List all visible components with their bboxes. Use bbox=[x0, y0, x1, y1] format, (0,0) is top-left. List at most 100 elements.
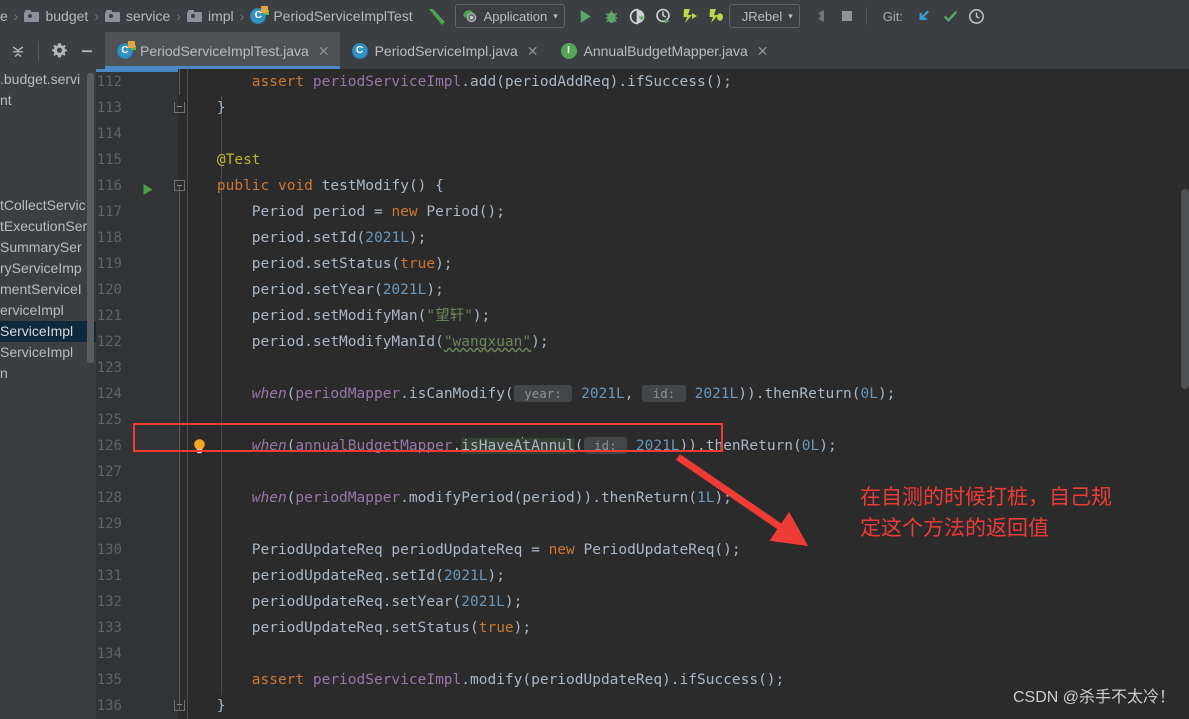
code-line[interactable]: period.setId(2021L); bbox=[178, 225, 1189, 251]
gutter-row[interactable]: 117 bbox=[96, 199, 178, 225]
project-tree-item[interactable]: mentServiceI bbox=[0, 279, 96, 300]
gutter-row[interactable]: 135 bbox=[96, 667, 178, 693]
project-tree-item[interactable]: ServiceImpl bbox=[0, 321, 96, 342]
close-icon[interactable]: ✕ bbox=[318, 44, 330, 58]
gutter-row[interactable]: 133 bbox=[96, 615, 178, 641]
jrebel-run-button[interactable] bbox=[677, 3, 703, 29]
code-line[interactable]: period.setYear(2021L); bbox=[178, 277, 1189, 303]
code-text: when(periodMapper.modifyPeriod(period)).… bbox=[252, 485, 732, 511]
code-line[interactable]: periodUpdateReq.setId(2021L); bbox=[178, 563, 1189, 589]
gutter-row[interactable]: 129 bbox=[96, 511, 178, 537]
code-line[interactable]: assert periodServiceImpl.add(periodAddRe… bbox=[178, 69, 1189, 95]
run-with-coverage-button[interactable] bbox=[625, 3, 651, 29]
gutter-row[interactable]: 128 bbox=[96, 485, 178, 511]
project-tree-item[interactable]: nt bbox=[0, 90, 96, 111]
project-tree-item[interactable]: SummarySer bbox=[0, 237, 96, 258]
line-number: 123 bbox=[96, 360, 122, 376]
project-tree-item[interactable]: tExecutionSer bbox=[0, 216, 96, 237]
code-token: periodServiceImpl bbox=[312, 672, 462, 688]
breadcrumb-item-service[interactable]: service bbox=[104, 8, 171, 24]
project-tree-item[interactable] bbox=[0, 111, 96, 132]
code-token: ); bbox=[472, 308, 491, 324]
breadcrumb-item-0[interactable]: e bbox=[0, 8, 8, 24]
attach-profiler-icon[interactable] bbox=[808, 3, 834, 29]
line-number: 117 bbox=[96, 204, 122, 220]
code-token: periodMapper bbox=[295, 386, 401, 402]
project-tree-item[interactable]: tCollectServic bbox=[0, 195, 96, 216]
code-line[interactable]: } bbox=[178, 95, 1189, 121]
highlight-box bbox=[133, 423, 723, 452]
gutter-row[interactable]: 123 bbox=[96, 355, 178, 381]
update-project-icon[interactable] bbox=[911, 3, 937, 29]
code-line[interactable]: public void testModify() { bbox=[178, 173, 1189, 199]
gutter-row[interactable]: 118 bbox=[96, 225, 178, 251]
jrebel-debug-button[interactable] bbox=[703, 3, 729, 29]
debug-button[interactable] bbox=[599, 3, 625, 29]
project-tree-item[interactable]: n bbox=[0, 363, 96, 384]
gutter-row[interactable]: 132 bbox=[96, 589, 178, 615]
code-line[interactable]: periodUpdateReq.setStatus(true); bbox=[178, 615, 1189, 641]
breadcrumb-item-class[interactable]: PeriodServiceImplTest bbox=[250, 6, 413, 24]
gutter-row[interactable]: 130 bbox=[96, 537, 178, 563]
code-fold-end-marker[interactable] bbox=[174, 102, 185, 113]
editor-vertical-scrollbar[interactable] bbox=[1181, 189, 1189, 389]
jrebel-selector[interactable]: JRebel ▾ bbox=[728, 4, 800, 28]
java-interface-icon bbox=[560, 42, 577, 59]
rollback-icon[interactable] bbox=[963, 3, 989, 29]
expand-collapse-icon[interactable] bbox=[4, 37, 32, 65]
tab-period-service-impl-test[interactable]: PeriodServiceImplTest.java ✕ bbox=[105, 32, 340, 69]
gutter-row[interactable]: 124 bbox=[96, 381, 178, 407]
project-tree-item[interactable]: erviceImpl bbox=[0, 300, 96, 321]
code-line[interactable]: period.setModifyManId("wangxuan"); bbox=[178, 329, 1189, 355]
gutter-row[interactable]: 122 bbox=[96, 329, 178, 355]
run-button[interactable] bbox=[573, 3, 599, 29]
code-line[interactable] bbox=[178, 641, 1189, 667]
gutter-row[interactable]: 116 bbox=[96, 173, 185, 199]
gutter-row[interactable]: 114 bbox=[96, 121, 178, 147]
code-text: periodUpdateReq.setId(2021L); bbox=[252, 563, 505, 589]
code-line[interactable] bbox=[178, 121, 1189, 147]
minimize-icon[interactable] bbox=[73, 37, 101, 65]
gutter-row[interactable]: 119 bbox=[96, 251, 178, 277]
project-tree-item[interactable] bbox=[0, 153, 96, 174]
gear-icon[interactable] bbox=[45, 37, 73, 65]
tab-annual-budget-mapper[interactable]: AnnualBudgetMapper.java ✕ bbox=[549, 32, 779, 69]
close-icon[interactable]: ✕ bbox=[527, 44, 539, 58]
breadcrumb-item-impl[interactable]: impl bbox=[187, 8, 234, 24]
gutter-row[interactable]: 121 bbox=[96, 303, 178, 329]
project-tree-item[interactable] bbox=[0, 132, 96, 153]
profiler-icon[interactable] bbox=[651, 3, 677, 29]
project-tool-window[interactable]: .budget.servi nt tCollectServic tExecutionS… bbox=[0, 69, 96, 719]
breadcrumb-label: service bbox=[125, 8, 171, 24]
gutter-row[interactable]: 127 bbox=[96, 459, 178, 485]
tab-period-service-impl[interactable]: PeriodServiceImpl.java ✕ bbox=[340, 32, 549, 69]
run-configuration-selector[interactable]: Application ▾ bbox=[454, 4, 565, 28]
code-line[interactable] bbox=[178, 355, 1189, 381]
gutter-row[interactable]: 134 bbox=[96, 641, 178, 667]
code-line[interactable]: when(periodMapper.isCanModify( year: 202… bbox=[178, 381, 1189, 407]
project-tree-item[interactable]: .budget.servi bbox=[0, 69, 96, 90]
code-canvas[interactable]: assert periodServiceImpl.add(periodAddRe… bbox=[178, 69, 1189, 719]
breadcrumb-item-budget[interactable]: budget bbox=[24, 8, 88, 24]
project-tree-item[interactable]: ryServiceImp bbox=[0, 258, 96, 279]
project-tree-item[interactable] bbox=[0, 174, 96, 195]
code-line[interactable]: Period period = new Period(); bbox=[178, 199, 1189, 225]
gutter-row[interactable]: 120 bbox=[96, 277, 178, 303]
code-line[interactable]: period.setStatus(true); bbox=[178, 251, 1189, 277]
close-icon[interactable]: ✕ bbox=[757, 44, 769, 58]
gutter-row[interactable]: 112 bbox=[96, 69, 178, 95]
code-token: public bbox=[216, 178, 278, 194]
stop-icon[interactable] bbox=[834, 3, 860, 29]
gutter-row[interactable]: 136 bbox=[96, 693, 185, 719]
gutter-row[interactable]: 113 bbox=[96, 95, 185, 121]
code-line[interactable]: period.setModifyMan("望轩"); bbox=[178, 303, 1189, 329]
toolbar-divider bbox=[865, 7, 867, 25]
project-tree-item[interactable]: ServiceImpl bbox=[0, 342, 96, 363]
project-tree[interactable]: .budget.servi nt tCollectServic tExecutionS… bbox=[0, 69, 96, 384]
gutter-row[interactable]: 115 bbox=[96, 147, 178, 173]
gutter-row[interactable]: 131 bbox=[96, 563, 178, 589]
code-line[interactable]: periodUpdateReq.setYear(2021L); bbox=[178, 589, 1189, 615]
code-line[interactable]: @Test bbox=[178, 147, 1189, 173]
hammer-icon[interactable] bbox=[425, 5, 447, 27]
commit-checkmark-icon[interactable] bbox=[937, 3, 963, 29]
